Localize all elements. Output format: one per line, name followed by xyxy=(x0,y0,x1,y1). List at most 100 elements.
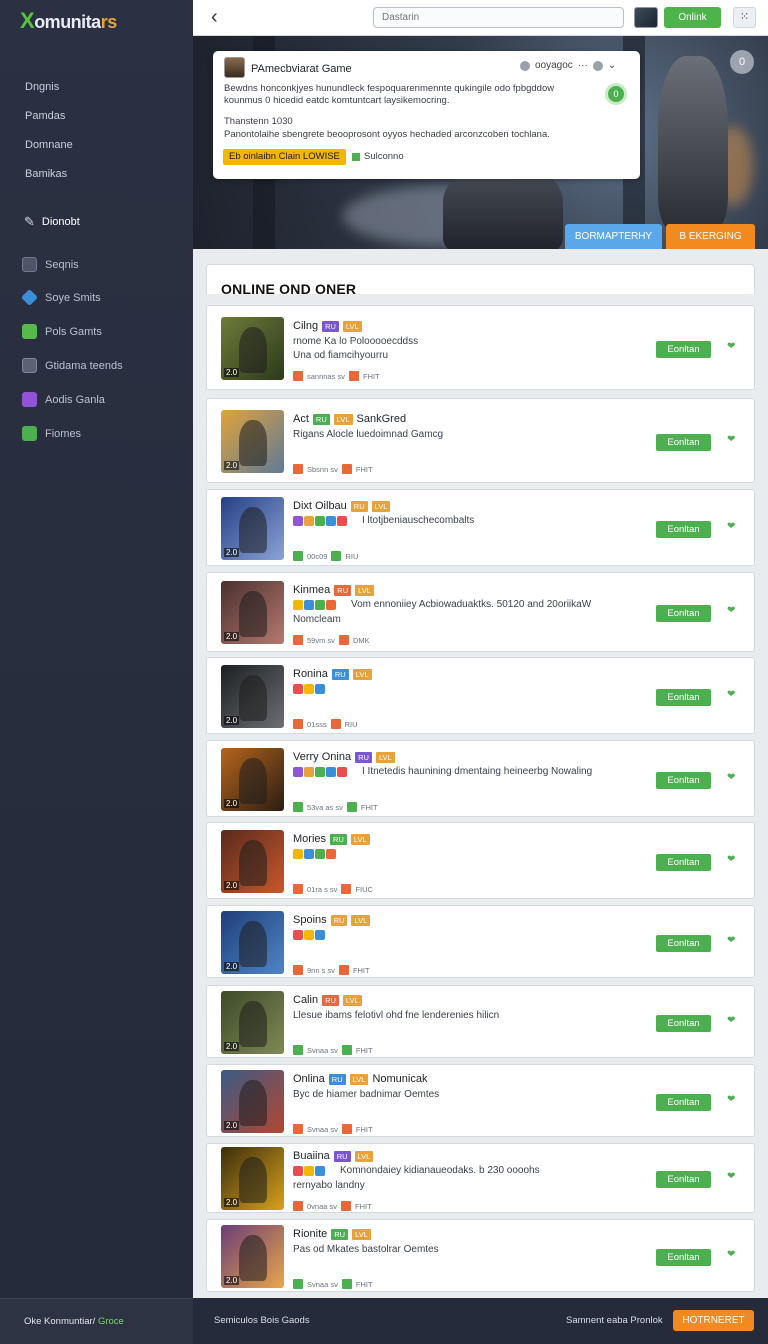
players-count: Svnaa sv xyxy=(307,1124,338,1134)
game-thumbnail[interactable]: 2.0 xyxy=(221,410,284,473)
server-region: DMK xyxy=(352,635,370,645)
online-button[interactable]: Onlink xyxy=(664,7,721,28)
online-status-icon[interactable]: 0 xyxy=(605,83,627,105)
game-thumbnail[interactable]: 2.0 xyxy=(221,748,284,811)
game-title[interactable]: Ronina xyxy=(293,668,328,680)
game-card[interactable]: 2.0 Spoins RU LVL 9nn s sv FHIT Eonltan ❤ xyxy=(206,905,755,978)
game-title[interactable]: Buaiina xyxy=(293,1150,330,1162)
game-card[interactable]: 2.0 Act RU LVL SankGred Rigans Alocle luedoim… xyxy=(206,398,755,483)
status-icon xyxy=(293,635,303,645)
app-logo[interactable]: Xomunitars xyxy=(20,8,117,34)
join-button[interactable]: Eonltan xyxy=(656,1249,711,1266)
game-title[interactable]: Rionite xyxy=(293,1228,327,1240)
game-title[interactable]: Spoins xyxy=(293,914,327,926)
footer-left-accent[interactable]: Groce xyxy=(98,1316,124,1327)
join-button[interactable]: Eonltan xyxy=(656,772,711,789)
footer-right-text[interactable]: Samnent eaba Pronlok xyxy=(566,1315,663,1326)
favorite-heart-icon[interactable]: ❤ xyxy=(727,772,735,783)
sidebar-link[interactable]: Bamikas xyxy=(25,168,67,180)
game-card[interactable]: 2.0 Kinmea RU LVL Vom ennoniiey Acbiowaduakt… xyxy=(206,572,755,652)
game-card[interactable]: 2.0 Buaiina RU LVL Komnondaiey kidianaueodak… xyxy=(206,1143,755,1213)
favorite-heart-icon[interactable]: ❤ xyxy=(727,1094,735,1105)
game-card[interactable]: 2.0 Rionite RU LVL Pas od Mkates bastolrar O… xyxy=(206,1219,755,1292)
sidebar-item[interactable]: Fiomes xyxy=(22,426,81,441)
sidebar-item[interactable]: Pols Gamts xyxy=(22,324,102,339)
game-thumbnail[interactable]: 2.0 xyxy=(221,1225,284,1288)
game-thumbnail[interactable]: 2.0 xyxy=(221,1147,284,1210)
game-card[interactable]: 2.0 Verry Onina RU LVL I Itnetedis haunining… xyxy=(206,740,755,817)
chevron-down-icon[interactable]: ⌄ xyxy=(608,60,616,71)
back-arrow-icon[interactable]: ‹ xyxy=(211,6,218,29)
sidebar-item[interactable]: Aodis Ganla xyxy=(22,392,105,407)
search-input[interactable] xyxy=(373,7,624,28)
game-card[interactable]: 2.0 Mories RU LVL 01ra s sv FIUC Eonltan ❤ xyxy=(206,822,755,899)
game-thumbnail[interactable]: 2.0 xyxy=(221,991,284,1054)
game-title[interactable]: Cilng xyxy=(293,320,318,332)
level-badge: LVL xyxy=(352,668,372,680)
game-card[interactable]: 2.0 Onlina RU LVL Nomunicak Byc de hiamer bad… xyxy=(206,1064,755,1137)
favorite-heart-icon[interactable]: ❤ xyxy=(727,689,735,700)
favorite-heart-icon[interactable]: ❤ xyxy=(727,605,735,616)
game-thumbnail[interactable]: 2.0 xyxy=(221,497,284,560)
footer-center-text[interactable]: Semiculos Bois Gaods xyxy=(214,1315,310,1326)
favorite-heart-icon[interactable]: ❤ xyxy=(727,1015,735,1026)
sidebar-link[interactable]: Pamdas xyxy=(25,110,65,122)
favorite-heart-icon[interactable]: ❤ xyxy=(727,521,735,532)
game-title[interactable]: Dixt Oilbau xyxy=(293,500,347,512)
thumbnail-rating: 2.0 xyxy=(224,1121,240,1130)
more-icon[interactable]: ··· xyxy=(578,60,588,71)
game-card[interactable]: 2.0 Cilng RU LVL rnome Ka lo Polooooecddss Un… xyxy=(206,305,755,390)
favorite-heart-icon[interactable]: ❤ xyxy=(727,1171,735,1182)
game-card[interactable]: 2.0 Ronina RU LVL 01sss RIU Eonltan ❤ xyxy=(206,657,755,734)
hero-action-icon[interactable]: 0 xyxy=(730,50,754,74)
game-description: Llesue ibams felotivl ohd fne lenderenie… xyxy=(293,1010,500,1021)
game-card[interactable]: 2.0 Dixt Oilbau RU LVL I ltotjbeniauschecomb… xyxy=(206,489,755,566)
grid-icon[interactable]: ⁙ xyxy=(733,7,756,28)
favorite-heart-icon[interactable]: ❤ xyxy=(727,935,735,946)
level-badge: LVL xyxy=(371,500,391,512)
game-title[interactable]: Calin xyxy=(293,994,318,1006)
game-title[interactable]: Kinmea xyxy=(293,584,330,596)
game-thumbnail[interactable]: 2.0 xyxy=(221,665,284,728)
favorite-heart-icon[interactable]: ❤ xyxy=(727,1249,735,1260)
sidebar-item[interactable]: Gtidama teends xyxy=(22,358,123,373)
sidebar-section[interactable]: ✎ Dionobt xyxy=(24,214,80,230)
featured-game-card[interactable]: PAmecbviarat Game ooyagoc ··· ⌄ 0 Bewdns… xyxy=(213,51,640,179)
game-thumbnail[interactable]: 2.0 xyxy=(221,317,284,380)
game-card[interactable]: 2.0 Calin RU LVL Llesue ibams felotivl ohd f… xyxy=(206,985,755,1058)
game-thumbnail[interactable]: 2.0 xyxy=(221,581,284,644)
hero-secondary-button[interactable]: B EKERGING xyxy=(666,224,755,249)
check-icon[interactable] xyxy=(592,60,603,71)
join-button[interactable]: Eonltan xyxy=(656,1171,711,1188)
join-button[interactable]: Eonltan xyxy=(656,521,711,538)
game-title[interactable]: Onlina xyxy=(293,1073,325,1085)
sidebar-item[interactable]: Soye Smits xyxy=(21,289,101,306)
game-thumbnail[interactable]: 2.0 xyxy=(221,1070,284,1133)
sidebar-item[interactable]: Seqnis xyxy=(22,257,79,272)
game-title[interactable]: Verry Onina xyxy=(293,751,351,763)
join-button[interactable]: Eonltan xyxy=(656,341,711,358)
join-button[interactable]: Eonltan xyxy=(656,689,711,706)
join-button[interactable]: Eonltan xyxy=(656,935,711,952)
footer-cta-button[interactable]: HOTRNERET xyxy=(673,1310,754,1331)
hero-primary-button[interactable]: BORMAPTERHY xyxy=(565,224,662,249)
game-title[interactable]: Mories xyxy=(293,833,326,845)
thumbnail-rating: 2.0 xyxy=(224,962,240,971)
join-button[interactable]: Eonltan xyxy=(656,1015,711,1032)
favorite-heart-icon[interactable]: ❤ xyxy=(727,341,735,352)
platform-icons xyxy=(293,516,347,526)
featured-tag[interactable]: Eb oinlaibn Clain LOWISE xyxy=(223,149,346,165)
join-button[interactable]: Eonltan xyxy=(656,605,711,622)
join-button[interactable]: Eonltan xyxy=(656,854,711,871)
sidebar-link[interactable]: Dngnis xyxy=(25,81,59,93)
user-avatar[interactable] xyxy=(634,7,658,28)
favorite-heart-icon[interactable]: ❤ xyxy=(727,434,735,445)
game-thumbnail[interactable]: 2.0 xyxy=(221,911,284,974)
game-thumbnail[interactable]: 2.0 xyxy=(221,830,284,893)
join-button[interactable]: Eonltan xyxy=(656,434,711,451)
sidebar-link[interactable]: Domnane xyxy=(25,139,73,151)
join-button[interactable]: Eonltan xyxy=(656,1094,711,1111)
genre-badge: RU xyxy=(312,413,330,425)
game-title[interactable]: Act xyxy=(293,413,309,425)
favorite-heart-icon[interactable]: ❤ xyxy=(727,854,735,865)
